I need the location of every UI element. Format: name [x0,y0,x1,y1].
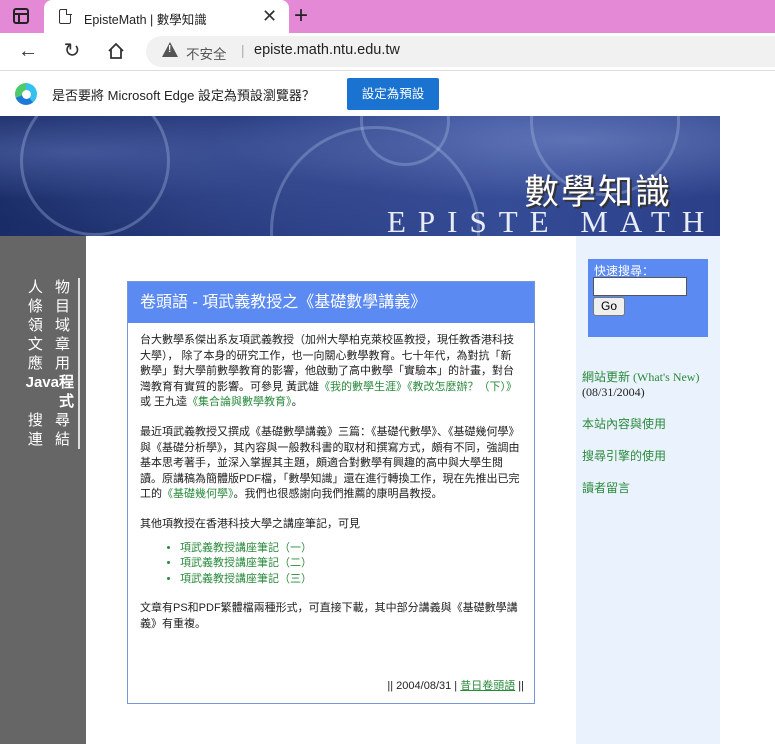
right-column: 快速搜尋： Go 網站更新 (What's New) (08/31/2004) … [576,236,720,744]
quick-search-panel: 快速搜尋： Go [588,259,708,337]
url-separator: | [241,43,245,58]
whats-new-link[interactable]: 網站更新 (What's New) [582,370,699,385]
lecture-notes-link-1[interactable]: 項武義教授講座筆記（一） [180,542,312,554]
search-input[interactable] [593,277,687,296]
paragraph-1-text-c: 。 [291,396,303,409]
refresh-icon[interactable]: ↻ [60,39,84,63]
address-bar: ← ↻ 不安全 | episte.math.ntu.edu.tw [0,33,775,70]
lecture-notes-link-3[interactable]: 項武義教授講座筆記（三） [180,573,312,585]
sidebar-item-links[interactable]: 連 結 [14,430,74,449]
list-item: 項武義教授講座筆記（三） [180,572,522,588]
warning-icon[interactable] [162,42,178,57]
footer-date: || 2004/08/31 | [387,680,458,692]
url-field[interactable]: 不安全 | episte.math.ntu.edu.tw [146,36,775,67]
sidebar-item-entries[interactable]: 條 目 [14,297,74,316]
sidebar-item-applications[interactable]: 應 用 [14,354,74,373]
right-margin [720,116,775,744]
site-banner: 數學知識 EPISTE MATH [0,116,720,236]
paragraph-2: 最近項武義教授又撰成《基礎數學講義》三篇：《基礎代數學》、《基礎幾何學》與《基礎… [140,425,522,503]
guestbook-link[interactable]: 讀者留言 [582,481,630,496]
new-tab-icon[interactable]: + [294,3,308,29]
link-education-reform[interactable]: 《教改怎麼辦？（下）》 [407,381,517,393]
past-editorials-link[interactable]: 昔日卷頭語 [460,680,515,692]
paragraph-1: 台大數學系傑出系友項武義教授（加州大學柏克萊校區教授，現任教香港科技大學）， 除… [140,333,522,411]
left-sidebar: 人 物 條 目 領 域 文 章 應 用 Java程式 搜 尋 連 結 [0,236,86,744]
home-icon[interactable] [104,39,128,63]
search-engine-link[interactable]: 搜尋引擎的使用 [582,449,666,464]
tab-bar: EpisteMath | 數學知識 ✕ + [0,0,775,33]
lecture-notes-link-2[interactable]: 項武義教授講座筆記（二） [180,557,312,569]
default-browser-infobar: 是否要將 Microsoft Edge 設定為預設瀏覽器？ 設定為預設 [0,70,775,116]
sidebar-item-search[interactable]: 搜 尋 [14,411,74,430]
banner-ornament [20,116,170,236]
banner-subtitle: EPISTE MATH [387,204,717,236]
list-item: 項武義教授講座筆記（一） [180,541,522,557]
close-tab-icon[interactable]: ✕ [262,6,277,26]
back-arrow-icon[interactable]: ← [16,39,40,63]
search-go-button[interactable]: Go [593,297,625,316]
article-card: 卷頭語 - 項武義教授之《基礎數學講義》 台大數學系傑出系友項武義教授（加州大學… [127,281,535,704]
tab-title: EpisteMath | 數學知識 [84,13,207,27]
sidebar-item-fields[interactable]: 領 域 [14,316,74,335]
sidebar-item-articles[interactable]: 文 章 [14,335,74,354]
sidebar-menu: 人 物 條 目 領 域 文 章 應 用 Java程式 搜 尋 連 結 [14,278,80,449]
paragraph-1-text-b: 或 王九逵 [140,396,188,409]
set-default-button[interactable]: 設定為預設 [347,78,439,110]
article-body: 台大數學系傑出系友項武義教授（加州大學柏克萊校區教授，現任教香港科技大學）， 除… [128,323,534,632]
lecture-notes-list: 項武義教授講座筆記（一） 項武義教授講座筆記（二） 項武義教授講座筆記（三） [180,541,522,588]
edge-logo-icon [15,83,37,105]
sidebar-item-java[interactable]: Java程式 [14,373,74,411]
whats-new-date: (08/31/2004) [582,385,645,399]
paragraph-2-text-b: 。我們也很感謝向我們推薦的康明昌教授。 [233,488,443,501]
footer-end: || [518,680,524,692]
list-item: 項武義教授講座筆記（二） [180,556,522,572]
main-content: 卷頭語 - 項武義教授之《基礎數學講義》 台大數學系傑出系友項武義教授（加州大學… [86,236,576,744]
infobar-message: 是否要將 Microsoft Edge 設定為預設瀏覽器？ [52,88,315,103]
tab-actions-icon[interactable] [13,8,29,24]
paragraph-3: 其他項教授在香港科技大學之講座筆記，可見 [140,517,360,530]
url-text[interactable]: episte.math.ntu.edu.tw [254,42,400,58]
link-my-math-career[interactable]: 《我的數學生涯》 [319,381,407,393]
page-favicon-icon [59,8,72,24]
site-content-link[interactable]: 本站內容與使用 [582,417,666,432]
link-basic-geometry[interactable]: 《基礎幾何學》 [162,488,234,500]
link-set-theory-education[interactable]: 《集合論與數學教育》 [187,396,292,408]
security-label[interactable]: 不安全 [186,43,227,63]
paragraph-4: 文章有PS和PDF繁體檔兩種形式，可直接下載，其中部分講義與《基礎數學講義》有重… [140,602,518,630]
active-tab[interactable]: EpisteMath | 數學知識 ✕ [44,0,289,33]
sidebar-item-people[interactable]: 人 物 [14,278,74,297]
article-footer: || 2004/08/31 | 昔日卷頭語 || [387,677,524,693]
article-heading: 卷頭語 - 項武義教授之《基礎數學講義》 [128,282,534,323]
